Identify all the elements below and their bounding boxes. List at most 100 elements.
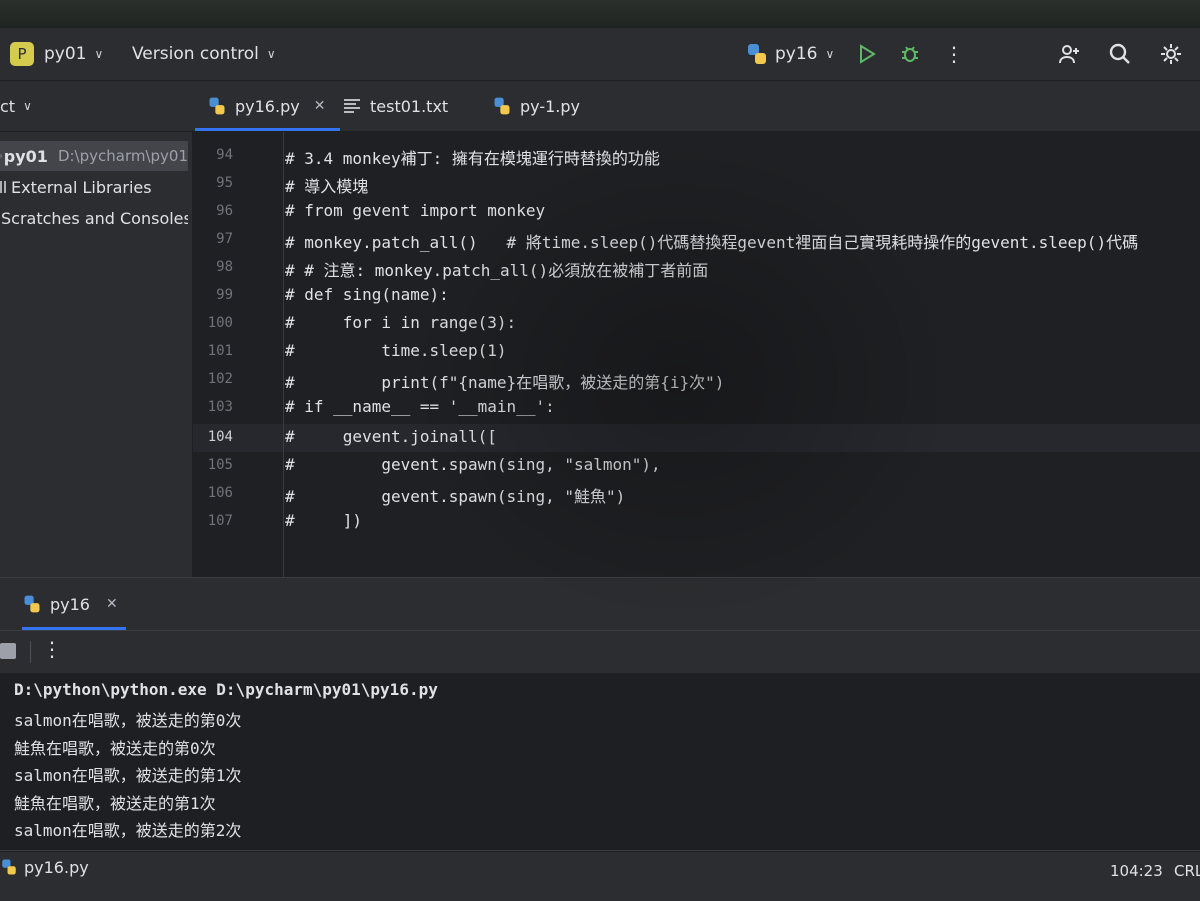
add-user-icon <box>1059 45 1079 64</box>
run-config-name: py16 <box>775 44 818 64</box>
settings-button[interactable] <box>1158 28 1184 80</box>
tab-label: py16.py <box>235 96 300 116</box>
code-line: # 導入模塊 <box>285 177 369 196</box>
stop-icon[interactable] <box>0 643 16 659</box>
run-console[interactable]: D:\python\python.exe D:\pycharm\py01\py1… <box>0 674 1200 850</box>
line-number: 107 <box>207 513 233 529</box>
editor-tabs-bar: ct ∨ py16.py ✕ test01.txt py-1.py <box>0 81 1200 132</box>
tab-py-1[interactable]: py-1.py <box>492 81 580 131</box>
close-icon[interactable]: ✕ <box>106 596 118 612</box>
chevron-down-icon: ∨ <box>94 47 104 61</box>
python-icon <box>748 44 766 64</box>
code-line: # # 注意: monkey.patch_all()必須放在被補丁者前面 <box>285 261 709 280</box>
project-name: py01 <box>44 44 87 64</box>
toolbar-divider <box>30 641 31 663</box>
project-tree-root[interactable]: py01 D:\pycharm\py01 <box>0 141 188 171</box>
python-file-icon <box>2 859 16 875</box>
python-file-icon <box>209 97 225 115</box>
status-file-name: py16.py <box>24 857 89 877</box>
code-line: # gevent.spawn(sing, "salmon"), <box>285 455 661 474</box>
project-tree-external-libraries[interactable]: External Libraries <box>0 172 188 202</box>
bug-icon <box>902 46 918 62</box>
run-button[interactable] <box>855 28 879 80</box>
project-tree-root-name: py01 <box>3 146 48 166</box>
gutter-divider <box>283 132 284 577</box>
run-tab-py16[interactable]: py16 ✕ <box>22 578 126 630</box>
line-number: 102 <box>207 371 233 387</box>
line-number: 96 <box>216 203 233 219</box>
project-tree-scratches[interactable]: Scratches and Consoles <box>0 203 188 233</box>
line-number: 98 <box>216 259 233 275</box>
library-icon <box>0 181 6 193</box>
status-file[interactable]: py16.py <box>0 852 89 882</box>
search-button[interactable] <box>1107 28 1133 80</box>
code-line: # gevent.spawn(sing, "鮭魚") <box>285 487 626 506</box>
console-line: salmon在唱歌，被送走的第0次 <box>14 711 242 730</box>
code-line: # if __name__ == '__main__': <box>285 397 555 416</box>
chevron-down-icon: ∨ <box>266 47 276 61</box>
status-bar: py16.py 104:23 CRL <box>0 851 1200 901</box>
run-tab-label: py16 <box>50 594 90 614</box>
monitor-bezel <box>0 0 1200 28</box>
chevron-down-icon: ∨ <box>23 99 32 113</box>
tab-py16[interactable]: py16.py ✕ <box>195 81 340 131</box>
code-line: # for i in range(3): <box>285 313 517 332</box>
console-line: D:\python\python.exe D:\pycharm\py01\py1… <box>14 680 438 699</box>
title-bar: P py01 ∨ Version control ∨ py16 ∨ ⋮ <box>0 28 1200 81</box>
line-number-gutter: 94 95 96 97 98 99 100 101 102 103 104 10… <box>193 132 283 577</box>
version-control-menu[interactable]: Version control ∨ <box>132 28 276 80</box>
tree-item-label: Scratches and Consoles <box>1 208 188 228</box>
add-user-button[interactable] <box>1056 28 1082 80</box>
line-number: 103 <box>207 399 233 415</box>
chevron-down-icon: ∨ <box>825 47 835 61</box>
code-line: # def sing(name): <box>285 285 449 304</box>
line-number: 101 <box>207 343 233 359</box>
line-number: 97 <box>216 231 233 247</box>
run-config-selector[interactable]: py16 ∨ <box>745 28 834 80</box>
run-toolbar: ⋮ <box>0 631 1200 674</box>
code-line-current: # gevent.joinall([ <box>285 427 497 446</box>
cursor-position[interactable]: 104:23 <box>1110 856 1163 886</box>
line-number: 105 <box>207 457 233 473</box>
code-line: # 3.4 monkey補丁: 擁有在模塊運行時替換的功能 <box>285 149 660 168</box>
console-line: 鮭魚在唱歌，被送走的第0次 <box>14 739 216 758</box>
search-icon <box>1109 43 1130 64</box>
gear-icon <box>1161 44 1181 64</box>
line-number: 95 <box>216 175 233 191</box>
more-options-icon[interactable]: ⋮ <box>42 637 62 661</box>
project-panel-title: ct <box>0 96 16 116</box>
version-control-label: Version control <box>132 44 259 64</box>
debug-button[interactable] <box>898 28 922 80</box>
line-number: 100 <box>207 315 233 331</box>
line-number: 106 <box>207 485 233 501</box>
project-tree-root-path: D:\pycharm\py01 <box>57 147 188 165</box>
console-line: salmon在唱歌，被送走的第2次 <box>14 821 242 840</box>
python-icon <box>24 595 40 613</box>
code-line: # monkey.patch_all() # 將time.sleep()代碼替換… <box>285 233 1139 252</box>
run-icon <box>860 44 876 64</box>
run-panel-header: py16 ✕ <box>0 578 1200 630</box>
tab-test01[interactable]: test01.txt <box>343 81 448 131</box>
tree-item-label: External Libraries <box>11 177 152 197</box>
line-number-current: 104 <box>207 429 233 445</box>
line-separator[interactable]: CRL <box>1174 856 1200 886</box>
line-number: 99 <box>216 287 233 303</box>
project-selector[interactable]: P py01 ∨ <box>10 28 103 80</box>
code-line: # time.sleep(1) <box>285 341 507 360</box>
console-line: 鮭魚在唱歌，被送走的第1次 <box>14 794 216 813</box>
project-panel: py01 D:\pycharm\py01 External Libraries … <box>0 132 193 577</box>
code-line: # print(f"{name}在唱歌，被送走的第{i}次") <box>285 373 725 392</box>
tab-label: py-1.py <box>520 96 581 116</box>
more-options-icon[interactable]: ⋮ <box>944 28 964 80</box>
project-panel-header[interactable]: ct ∨ <box>0 81 32 131</box>
code-line: # from gevent import monkey <box>285 201 546 220</box>
python-file-icon <box>494 97 510 115</box>
folder-icon <box>0 154 2 158</box>
close-icon[interactable]: ✕ <box>314 98 326 114</box>
project-badge: P <box>10 42 34 66</box>
code-editor[interactable]: 94 95 96 97 98 99 100 101 102 103 104 10… <box>193 132 1200 577</box>
line-number: 94 <box>216 147 233 163</box>
console-line: salmon在唱歌，被送走的第1次 <box>14 766 242 785</box>
tab-label: test01.txt <box>370 96 449 116</box>
code-line: # ]) <box>285 511 363 530</box>
